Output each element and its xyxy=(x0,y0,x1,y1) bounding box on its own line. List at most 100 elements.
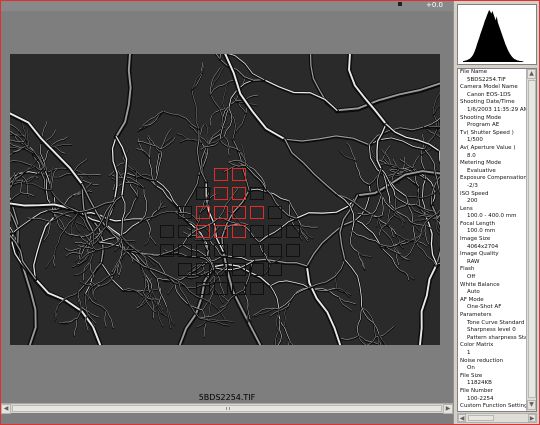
info-field-value: 4064x2704 xyxy=(467,243,499,250)
info-field-value: Program AE xyxy=(467,122,500,129)
image-viewer: +0.0 5BDS2254.TIF ◀ ▶ xyxy=(1,1,453,424)
af-point xyxy=(250,282,264,295)
info-field-value: 1/500 xyxy=(467,137,483,144)
info-field-value: Evaluative xyxy=(467,167,496,174)
af-point xyxy=(232,263,246,276)
scroll-left-arrow-icon[interactable]: ◀ xyxy=(1,404,11,414)
info-field-label: Parameters xyxy=(460,312,492,318)
info-field-label: Noise reduction xyxy=(460,357,504,364)
af-point xyxy=(160,244,174,257)
af-point-active xyxy=(214,206,228,219)
info-field-value: One-Shot AF xyxy=(467,304,502,311)
info-field-label: Image Quality xyxy=(460,251,499,258)
af-point xyxy=(178,244,192,257)
shooting-info-list[interactable]: File Name 5BDS2254.TIF Camera Model Name Ca… xyxy=(457,68,537,412)
panel-scroll-right-arrow-icon[interactable]: ▶ xyxy=(528,414,536,422)
af-point-overlay xyxy=(141,166,319,314)
af-point xyxy=(250,225,264,238)
top-strip: +0.0 xyxy=(1,1,453,11)
af-point-active xyxy=(214,225,228,238)
vertical-scrollbar[interactable]: ▲ ▼ xyxy=(526,69,536,411)
info-field-label: File Name xyxy=(460,69,488,75)
info-field-label: Exposure Compensation xyxy=(460,175,527,182)
info-field-value: Off xyxy=(467,274,476,281)
af-point xyxy=(268,206,282,219)
af-point xyxy=(160,225,174,238)
info-field-label: File Size xyxy=(460,372,483,379)
af-point xyxy=(196,187,210,200)
af-point-active xyxy=(196,225,210,238)
shooting-info-entries: File Name 5BDS2254.TIF Camera Model Name Ca… xyxy=(459,69,527,412)
vertical-scroll-thumb[interactable] xyxy=(528,80,536,398)
scroll-right-arrow-icon[interactable]: ▶ xyxy=(443,404,453,414)
info-field-value: Auto xyxy=(467,289,480,296)
info-field-label: Av( Aperture Value ) xyxy=(460,144,516,151)
af-point xyxy=(196,244,210,257)
info-field-value: Canon EOS-1DS xyxy=(467,91,511,98)
af-point-active xyxy=(196,206,210,219)
histogram-graph xyxy=(463,10,524,62)
info-field-label: Shooting Mode xyxy=(460,114,502,121)
info-field-value: On xyxy=(467,365,475,372)
info-field-label: AF Mode xyxy=(460,296,484,303)
info-field-label: Shooting Date/Time xyxy=(460,99,515,106)
grip-icon xyxy=(226,407,230,410)
af-point xyxy=(214,244,228,257)
info-field-label: File Number xyxy=(460,387,494,394)
info-field-label: White Balance xyxy=(460,281,500,288)
panel-horizontal-scroll-thumb[interactable] xyxy=(468,415,494,421)
info-sidebar: File Name 5BDS2254.TIF Camera Model Name Ca… xyxy=(453,1,539,424)
info-field-value: 00:Focusing Screen xyxy=(459,411,527,412)
info-field-value: 1/6/2003 11:35:29 AM xyxy=(467,106,527,113)
info-field-value: Tone Curve Standard xyxy=(467,319,525,326)
histogram-bars xyxy=(463,10,524,62)
af-point-active xyxy=(250,206,264,219)
info-field-value: Sharpness level 0 xyxy=(467,327,516,334)
af-point xyxy=(250,263,264,276)
scroll-up-arrow-icon[interactable]: ▲ xyxy=(527,69,536,79)
info-field-label: Image Size xyxy=(460,236,491,243)
info-field-label: Lens xyxy=(460,205,473,212)
af-point xyxy=(286,244,300,257)
panel-horizontal-scrollbar[interactable]: ◀ ▶ xyxy=(457,413,537,423)
info-field-value: 5BDS2254.TIF xyxy=(467,76,506,83)
horizontal-scroll-thumb[interactable] xyxy=(12,405,442,412)
af-point xyxy=(214,263,228,276)
info-field-value: -2/3 xyxy=(467,182,478,189)
info-field-value: 1 xyxy=(467,349,471,356)
af-point xyxy=(214,282,228,295)
af-point-active xyxy=(214,168,228,181)
info-field-value: RAW xyxy=(467,258,480,265)
info-field-label: Focal Length xyxy=(460,220,495,227)
histogram xyxy=(457,4,537,65)
af-point xyxy=(178,225,192,238)
af-point xyxy=(250,244,264,257)
tick-icon xyxy=(398,2,402,6)
af-point xyxy=(268,263,282,276)
info-field-value: 11824KB xyxy=(467,380,492,387)
info-field-label: ISO Speed xyxy=(460,190,489,197)
af-point xyxy=(250,187,264,200)
info-field-value: 100.0 - 400.0 mm xyxy=(467,213,517,220)
photo-preview[interactable] xyxy=(10,54,440,345)
info-field-value: 8.0 xyxy=(467,152,476,159)
af-point-active xyxy=(232,206,246,219)
af-point xyxy=(178,263,192,276)
af-point-active xyxy=(232,187,246,200)
image-filename: 5BDS2254.TIF xyxy=(198,393,256,402)
exposure-readout: +0.0 xyxy=(426,1,443,9)
panel-scroll-left-arrow-icon[interactable]: ◀ xyxy=(458,414,466,422)
scroll-down-arrow-icon[interactable]: ▼ xyxy=(527,400,536,410)
af-point xyxy=(286,225,300,238)
af-point xyxy=(196,263,210,276)
info-field-label: Color Matrix xyxy=(460,342,494,349)
af-point-active xyxy=(232,168,246,181)
info-field-value: 100-2254 xyxy=(467,395,494,402)
horizontal-scrollbar[interactable]: ◀ ▶ xyxy=(1,403,453,414)
info-field-label: Custom Function Settings xyxy=(460,403,527,410)
af-point xyxy=(232,282,246,295)
info-field-value: 200 xyxy=(467,198,478,205)
info-field-label: Metering Mode xyxy=(460,160,502,167)
af-point-active xyxy=(214,187,228,200)
viewer-window: +0.0 5BDS2254.TIF ◀ ▶ File Name 5BDS2254.… xyxy=(0,0,540,425)
